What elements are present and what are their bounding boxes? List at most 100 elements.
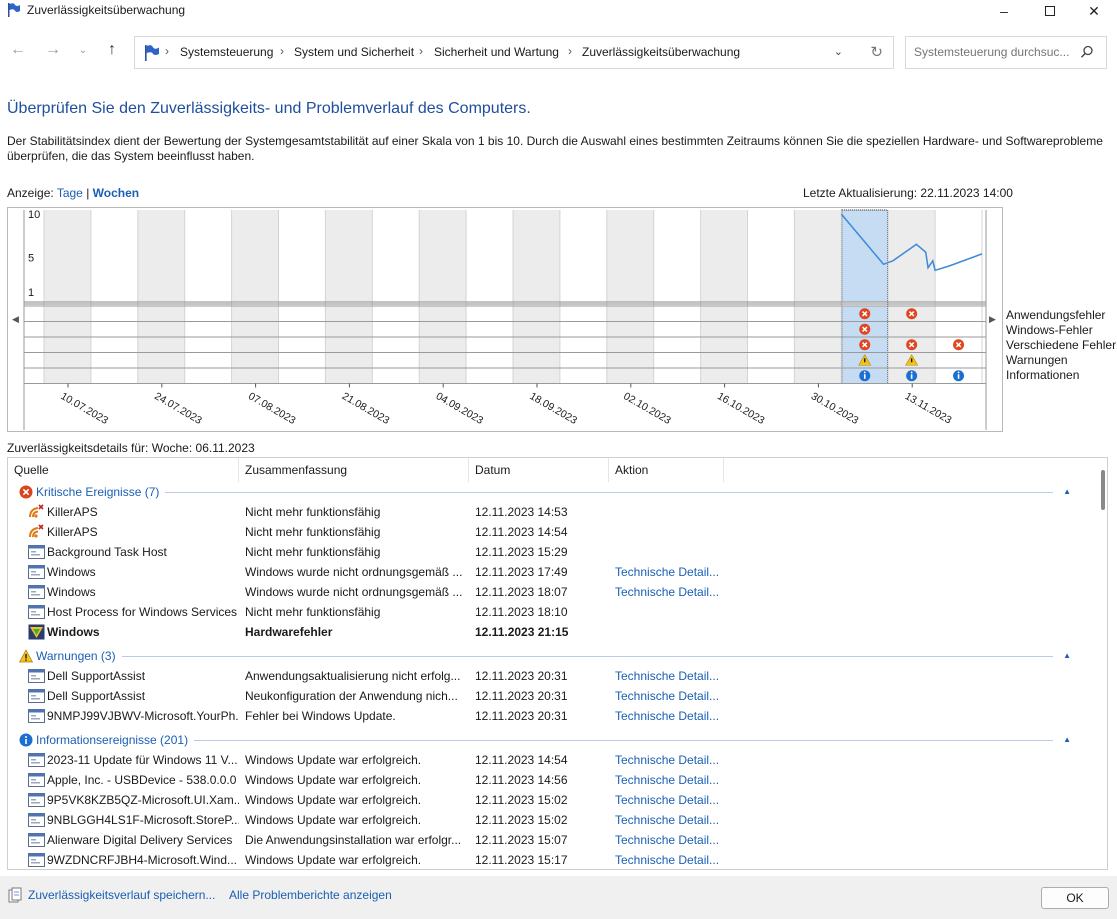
cell-action[interactable]: Technische Detail... [615, 853, 725, 867]
table-row[interactable]: Apple, Inc. - USBDevice - 538.0.0.0 Windo… [8, 770, 1093, 790]
close-button[interactable]: ✕ [1071, 0, 1117, 22]
info-marker-dot [910, 371, 913, 374]
cell-source: Windows [47, 585, 96, 599]
column-header-source[interactable]: Quelle [8, 458, 239, 482]
table-row[interactable]: Host Process for Windows Services Nicht m… [8, 602, 1093, 622]
table-row[interactable]: 9NBLGGH4LS1F-Microsoft.StoreP... Windows … [8, 810, 1093, 830]
table-row[interactable]: Alienware Digital Delivery Services Die A… [8, 830, 1093, 850]
chart-event-cell [653, 321, 701, 337]
forward-button[interactable]: → [41, 36, 65, 64]
maximize-button[interactable] [1027, 0, 1073, 22]
chart-event-cell [231, 368, 279, 384]
minimize-button[interactable]: – [981, 0, 1027, 22]
table-row[interactable]: Background Task Host Nicht mehr funktions… [8, 542, 1093, 562]
chart-scroll-right-icon[interactable]: ▶ [989, 314, 996, 325]
table-row[interactable]: KillerAPS Nicht mehr funktionsfähig 12.11.… [8, 522, 1093, 542]
vertical-scrollbar[interactable] [1101, 470, 1105, 510]
chart-event-cell [653, 352, 701, 368]
table-row[interactable]: 9NMPJ99VJBWV-Microsoft.YourPh... Fehler b… [8, 706, 1093, 726]
reliability-chart[interactable]: 10 5 1 10.07.2023 24.07.2023 07.08.2023 21.08.… [7, 207, 1003, 432]
table-row[interactable]: Windows Hardwarefehler 12.11.2023 21:15 [8, 622, 1093, 642]
save-history-link[interactable]: Zuverlässigkeitsverlauf speichern... [28, 888, 215, 902]
back-button[interactable]: ← [6, 36, 30, 64]
search-box[interactable] [905, 36, 1107, 69]
up-button[interactable]: ↑ [100, 36, 124, 64]
chart-event-cell [419, 368, 467, 384]
cell-action[interactable]: Technische Detail... [615, 689, 725, 703]
address-dropdown-icon[interactable]: ⌄ [834, 45, 843, 58]
refresh-icon[interactable]: ↻ [870, 43, 883, 61]
breadcrumb-systemsteuerung[interactable]: Systemsteuerung [180, 45, 273, 59]
cell-action[interactable]: Technische Detail... [615, 669, 725, 683]
breadcrumb-system-sicherheit[interactable]: System und Sicherheit [294, 45, 414, 59]
address-bar[interactable]: › Systemsteuerung › System und Sicherhei… [134, 36, 894, 69]
table-row[interactable]: 9P5VK8KZB5QZ-Microsoft.UI.Xam... Windows … [8, 790, 1093, 810]
breadcrumb-zuverlaessigkeit[interactable]: Zuverlässigkeitsüberwachung [582, 45, 740, 59]
cell-action[interactable]: Technische Detail... [615, 813, 725, 827]
chart-event-cell [231, 321, 279, 337]
chart-x-tick-label: 24.07.2023 [152, 390, 204, 427]
chart-column-bg [466, 210, 513, 302]
cell-action[interactable]: Technische Detail... [615, 753, 725, 767]
legend-application-errors: Anwendungsfehler [1006, 308, 1106, 322]
reliability-details-list[interactable]: Quelle Zusammenfassung Datum Aktion ⌃ Kr… [7, 457, 1108, 870]
group-header-warning[interactable]: Warnungen (3) ▲ [8, 646, 1093, 666]
column-header-summary[interactable]: Zusammenfassung [239, 458, 469, 482]
chart-scroll-left-icon[interactable]: ◀ [12, 314, 19, 325]
application-window-icon [28, 604, 45, 620]
view-weeks-link[interactable]: Wochen [93, 186, 139, 200]
collapse-chevron-icon[interactable]: ▲ [1063, 487, 1071, 496]
chart-event-cell [653, 306, 701, 322]
save-history-icon [8, 887, 22, 903]
application-window-icon [28, 832, 45, 848]
chart-event-cell [794, 306, 842, 322]
cell-action[interactable]: Technische Detail... [615, 773, 725, 787]
breadcrumb-sicherheit-wartung[interactable]: Sicherheit und Wartung [434, 45, 559, 59]
breadcrumb-separator: › [165, 44, 169, 58]
table-row[interactable]: Dell SupportAssist Anwendungsaktualisieru… [8, 666, 1093, 686]
collapse-chevron-icon[interactable]: ▲ [1063, 651, 1071, 660]
cell-source: Windows [47, 625, 100, 639]
chart-event-cell [184, 337, 232, 353]
ok-button[interactable]: OK [1041, 887, 1109, 909]
legend-windows-errors: Windows-Fehler [1006, 323, 1093, 337]
view-label: Anzeige: [7, 186, 54, 200]
collapse-chevron-icon[interactable]: ▲ [1063, 735, 1071, 744]
group-header-error[interactable]: Kritische Ereignisse (7) ▲ [8, 482, 1093, 502]
reliability-chart-canvas[interactable]: 10 5 1 10.07.2023 24.07.2023 07.08.2023 21.08.… [8, 208, 1002, 431]
table-row[interactable]: Windows Windows wurde nicht ordnungsgemäß… [8, 562, 1093, 582]
legend-misc-errors: Verschiedene Fehler [1006, 338, 1117, 352]
group-header-info[interactable]: Informationsereignisse (201) ▲ [8, 730, 1093, 750]
search-input[interactable] [914, 45, 1079, 59]
cell-action[interactable]: Technische Detail... [615, 565, 725, 579]
chart-x-tick-label: 02.10.2023 [621, 390, 673, 427]
cell-date: 12.11.2023 14:56 [475, 773, 568, 787]
table-row[interactable]: 2023-11 Update für Windows 11 V... Window… [8, 750, 1093, 770]
table-row[interactable]: Dell SupportAssist Neukonfiguration der A… [8, 686, 1093, 706]
cell-source: 9NBLGGH4LS1F-Microsoft.StoreP... [47, 813, 239, 827]
cell-summary: Hardwarefehler [245, 625, 333, 639]
breadcrumb-separator: › [280, 44, 284, 58]
table-row[interactable]: KillerAPS Nicht mehr funktionsfähig 12.11.… [8, 502, 1093, 522]
table-row[interactable]: 9WZDNCRFJBH4-Microsoft.Wind... Windows Up… [8, 850, 1093, 869]
chart-y-tick-label: 10 [28, 209, 40, 221]
chart-event-cell [278, 337, 326, 353]
view-days-link[interactable]: Tage [57, 186, 83, 200]
cell-date: 12.11.2023 21:15 [475, 625, 569, 639]
footer-bar: Zuverlässigkeitsverlauf speichern... All… [0, 876, 1117, 919]
chart-column-bg [559, 210, 607, 302]
page-title: Überprüfen Sie den Zuverlässigkeits- und… [7, 100, 531, 117]
cell-action[interactable]: Technische Detail... [615, 709, 725, 723]
recent-locations-button[interactable]: ⌄ [71, 36, 95, 64]
breadcrumb-separator: › [568, 44, 572, 58]
cell-summary: Nicht mehr funktionsfähig [245, 605, 381, 619]
chart-event-cell [372, 368, 420, 384]
cell-action[interactable]: Technische Detail... [615, 833, 725, 847]
application-window-icon [28, 544, 45, 560]
cell-action[interactable]: Technische Detail... [615, 793, 725, 807]
all-reports-link[interactable]: Alle Problemberichte anzeigen [229, 888, 392, 902]
column-header-action[interactable]: Aktion [609, 458, 724, 482]
table-row[interactable]: Windows Windows wurde nicht ordnungsgemäß… [8, 582, 1093, 602]
group-divider [194, 740, 1053, 741]
cell-action[interactable]: Technische Detail... [615, 585, 725, 599]
